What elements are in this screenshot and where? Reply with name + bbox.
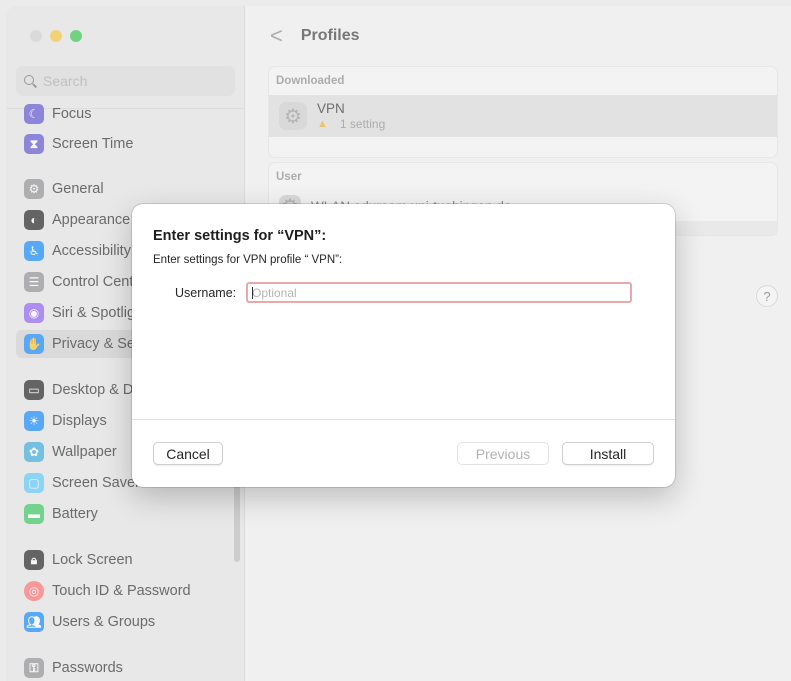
dialog-title: Enter settings for “VPN”: [153,228,327,244]
username-field[interactable] [246,282,632,303]
previous-button[interactable]: Previous [457,442,549,465]
text-caret [252,287,253,299]
username-input[interactable] [248,284,630,301]
install-button[interactable]: Install [562,442,654,465]
dialog-message: Enter settings for VPN profile “ VPN”: [153,254,343,266]
dialog-separator [132,419,675,420]
username-label: Username: [175,286,237,300]
profile-settings-dialog: Enter settings for “VPN”: Enter settings… [132,204,675,487]
cancel-button[interactable]: Cancel [153,442,223,465]
